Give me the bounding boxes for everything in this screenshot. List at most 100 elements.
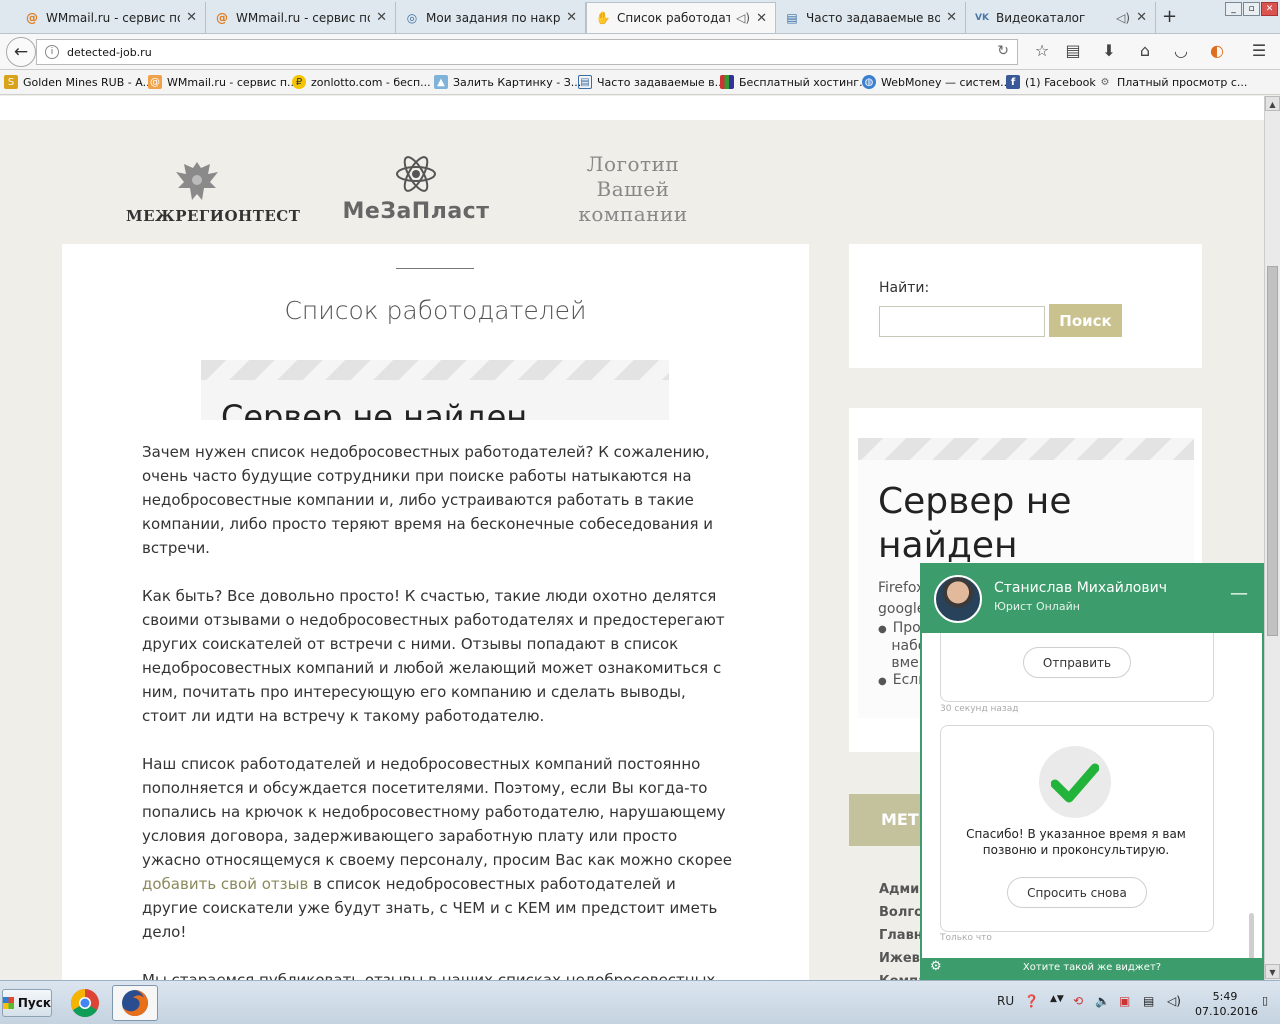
tab-video[interactable]: VK Видеокаталог ◁) ✕ <box>966 2 1156 33</box>
page-top-strip <box>0 96 1264 120</box>
scroll-up-icon[interactable]: ▲ <box>1265 96 1280 111</box>
speaker-icon[interactable]: ◁) <box>736 11 750 25</box>
bookmark-item[interactable]: ◍ WebMoney — систем... <box>862 75 1011 89</box>
bookmark-star-icon[interactable]: ☆ <box>1031 41 1053 60</box>
maximize-window-button[interactable]: ▫ <box>1243 2 1260 16</box>
library-icon[interactable]: ▤ <box>1062 41 1084 60</box>
search-button[interactable]: Поиск <box>1049 304 1122 337</box>
eagle-icon <box>176 162 218 200</box>
close-icon[interactable]: ✕ <box>946 10 957 25</box>
reload-icon[interactable]: ↻ <box>997 43 1009 59</box>
power-icon[interactable]: ▤ <box>1143 994 1154 1008</box>
network-icon[interactable]: ▣ <box>1119 994 1130 1008</box>
sync-icon[interactable]: ◐ <box>1206 41 1228 60</box>
bookmark-item[interactable]: @ WMmail.ru - сервис п... <box>148 75 298 89</box>
new-tab-button[interactable]: + <box>1162 6 1177 27</box>
agent-name: Станислав Михайлович <box>994 580 1167 596</box>
page-scrollbar[interactable]: ▲ ▼ <box>1264 96 1280 980</box>
logo-line: Вашей <box>596 177 670 201</box>
help-icon[interactable]: ❓ <box>1024 994 1039 1008</box>
error-stripes <box>201 360 669 380</box>
paragraph: Мы стараемся публиковать отзывы в наших … <box>142 971 716 980</box>
start-button[interactable]: Пуск <box>2 989 52 1017</box>
close-icon[interactable]: ✕ <box>566 10 577 25</box>
timestamp: 30 секунд назад <box>940 704 1019 714</box>
menu-icon[interactable]: ☰ <box>1248 41 1270 60</box>
widget-promo-link[interactable]: Хотите такой же виджет? <box>922 962 1262 973</box>
minimize-window-button[interactable]: _ <box>1225 2 1242 16</box>
bookmark-item[interactable]: Бесплатный хостинг... <box>720 75 870 89</box>
wmmail-icon: @ <box>148 75 162 89</box>
close-icon[interactable]: ✕ <box>376 10 387 25</box>
address-bar[interactable]: i ↻ <box>36 39 1018 65</box>
download-icon[interactable]: ⬇ <box>1098 41 1120 60</box>
wmmail-icon: @ <box>26 10 38 25</box>
gear-icon: ⚙ <box>1100 76 1110 88</box>
language-indicator[interactable]: RU <box>997 994 1014 1008</box>
document-icon: ▤ <box>786 10 798 25</box>
tab-title: WMmail.ru - сервис почт... <box>46 10 180 25</box>
system-clock[interactable]: 5:49 07.10.2016 <box>1195 989 1258 1019</box>
bookmark-item[interactable]: ₽ zonlotto.com - бесп... <box>292 75 431 89</box>
bookmark-item[interactable]: ▤ Часто задаваемые в... <box>578 75 725 89</box>
tab-wmmail-1[interactable]: @ WMmail.ru - сервис почт... ✕ <box>16 2 206 33</box>
ask-again-button[interactable]: Спросить снова <box>1007 877 1147 908</box>
speaker-icon[interactable]: ◁) <box>1116 11 1130 25</box>
search-widget: Найти: Поиск <box>849 244 1202 368</box>
coin-icon: S <box>4 75 18 89</box>
logo-name: МеЗаПласт <box>342 199 490 224</box>
add-review-link[interactable]: добавить свой отзыв <box>142 875 308 893</box>
tab-wmmail-2[interactable]: @ WMmail.ru - сервис почт... ✕ <box>206 2 396 33</box>
tab-bar: @ WMmail.ru - сервис почт... ✕ @ WMmail.… <box>0 0 1280 34</box>
tab-title: Мои задания по накрутке <box>426 10 561 25</box>
tab-faq[interactable]: ▤ Часто задаваемые вопр... ✕ <box>776 2 966 33</box>
tab-title: Видеокаталог <box>996 10 1086 25</box>
search-label: Найти: <box>879 280 930 296</box>
bookmark-item[interactable]: f (1) Facebook <box>1006 75 1096 89</box>
logo-mezhregiontest[interactable]: МЕЖРЕГИОНТЕСТ <box>126 158 300 225</box>
info-icon[interactable]: i <box>45 45 59 59</box>
chat-form-bubble: Отправить <box>940 633 1214 702</box>
title-divider <box>396 268 474 269</box>
navigation-bar: ← i ↻ ☆ ▤ ⬇ ⌂ ◡ ◐ ☰ <box>0 34 1280 70</box>
bookmark-item[interactable]: ▲ Залить Картинку - З... <box>434 75 581 89</box>
error-title: Сервер не найден <box>878 481 1072 566</box>
tray-expand-icon[interactable]: ▲▼ <box>1050 994 1064 1004</box>
antivirus-icon[interactable]: ⟲ <box>1073 994 1083 1008</box>
hosting-icon <box>720 75 734 89</box>
bookmark-item[interactable]: ⚙ Платный просмотр с... <box>1098 75 1248 89</box>
tab-tasks[interactable]: ◎ Мои задания по накрутке ✕ <box>396 2 586 33</box>
chat-scrollbar[interactable] <box>1249 913 1254 958</box>
taskbar-chrome[interactable] <box>62 985 108 1021</box>
minimize-icon[interactable]: — <box>1230 583 1248 604</box>
chrome-icon <box>71 989 99 1017</box>
scroll-down-icon[interactable]: ▼ <box>1265 964 1280 979</box>
chat-footer[interactable]: ⚙ Хотите такой же виджет? <box>922 958 1262 978</box>
close-window-button[interactable]: ✕ <box>1261 2 1278 16</box>
chat-confirm-bubble: Спасибо! В указанное время я вам позвоню… <box>940 725 1214 932</box>
scroll-thumb[interactable] <box>1267 266 1278 636</box>
speaker-icon[interactable]: ◁) <box>1167 994 1181 1008</box>
show-desktop-icon[interactable]: ▯ <box>1262 994 1268 1007</box>
logo-placeholder[interactable]: Логотип Вашей компании <box>560 152 706 227</box>
url-input[interactable] <box>67 43 967 61</box>
send-button[interactable]: Отправить <box>1023 647 1131 678</box>
back-button[interactable]: ← <box>6 37 36 67</box>
bookmark-item[interactable]: S Golden Mines RUB - A... <box>4 75 153 89</box>
pocket-icon[interactable]: ◡ <box>1170 41 1192 60</box>
home-icon[interactable]: ⌂ <box>1134 41 1156 60</box>
close-icon[interactable]: ✕ <box>186 10 197 25</box>
logo-mezaplast[interactable]: МеЗаПласт <box>340 152 492 224</box>
wmmail-icon: @ <box>216 10 228 25</box>
taskbar-firefox[interactable] <box>112 985 158 1021</box>
tab-employers-active[interactable]: ✋ Список работодате... ◁) ✕ <box>586 2 776 33</box>
document-icon: ▤ <box>578 75 592 89</box>
globe-icon: ◍ <box>862 75 876 89</box>
embedded-error-frame: Сервер не найден <box>201 360 669 420</box>
atom-icon <box>396 156 436 192</box>
close-icon[interactable]: ✕ <box>756 11 767 26</box>
search-input[interactable] <box>879 306 1045 337</box>
volume-icon[interactable]: 🔈 <box>1095 994 1110 1008</box>
close-icon[interactable]: ✕ <box>1136 10 1147 25</box>
avatar <box>934 575 982 623</box>
